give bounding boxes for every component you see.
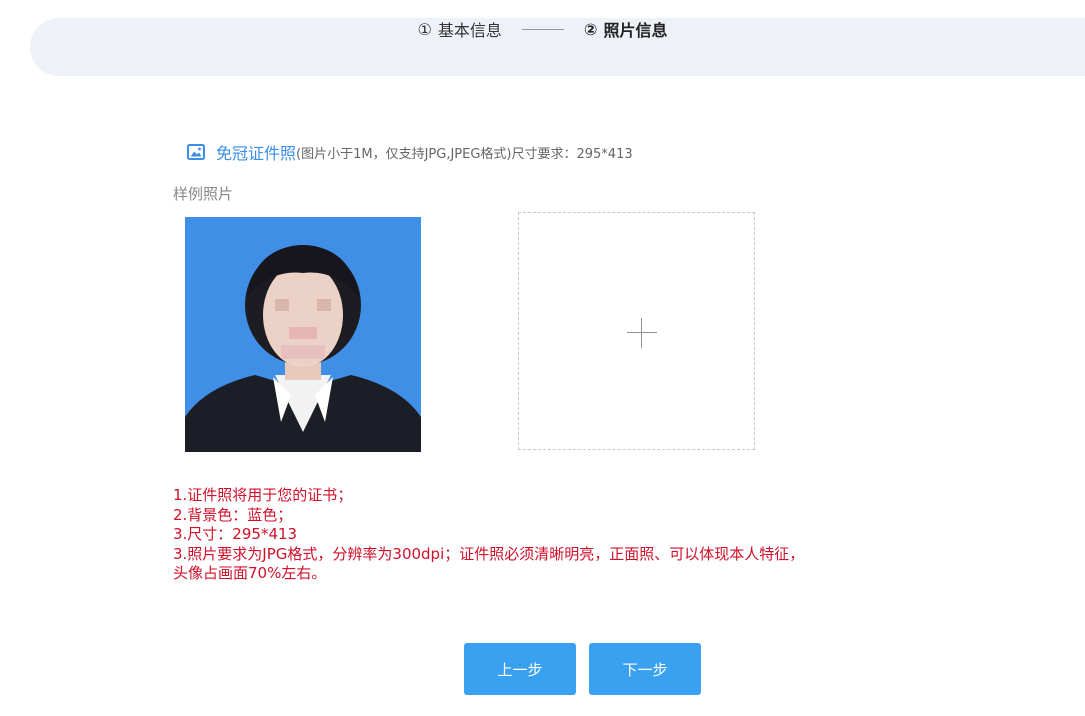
step-number: ① [417,19,432,39]
photo-section: 免冠证件照 (图片小于1M，仅支持JPG,JPEG格式)尺寸要求：295*413… [173,140,633,203]
step-indicator: ① 基本信息 ② 照片信息 [0,0,1085,58]
plus-icon-vertical [641,318,642,348]
photo-requirements-notes: 1.证件照将用于您的证书； 2.背景色：蓝色； 3.尺寸：295*413 3.照… [173,486,993,584]
sample-photo-image [185,217,421,452]
sample-photo-label: 样例照片 [173,185,234,203]
note-line: 3.尺寸：295*413 [173,525,298,543]
photo-upload-box[interactable] [518,212,755,450]
note-line: 头像占画面70%左右。 [173,564,327,582]
picture-icon [187,144,205,160]
step-label: 照片信息 [603,21,668,40]
note-line: 3.照片要求为JPG格式，分辨率为300dpi；证件照必须清晰明亮，正面照、可以… [173,544,805,563]
sample-photo [185,217,421,452]
step-number: ② [583,19,598,39]
section-title: 免冠证件照 (图片小于1M，仅支持JPG,JPEG格式)尺寸要求：295*413 [173,140,633,164]
step-label: 基本信息 [437,21,502,40]
section-title-text: 免冠证件照 [216,144,297,163]
note-line: 2.背景色：蓝色； [173,505,293,524]
note-line: 1.证件照将用于您的证书； [173,486,353,504]
requirement-text: (图片小于1M，仅支持JPG,JPEG格式)尺寸要求：295*413 [296,146,633,162]
plus-icon [627,332,657,333]
step-basic-info: ① 基本信息 [418,17,502,41]
previous-step-button[interactable]: 上一步 [464,643,576,695]
step-connector [521,28,564,30]
next-step-button[interactable]: 下一步 [589,643,701,695]
step-photo-info: ② 照片信息 [584,17,668,41]
